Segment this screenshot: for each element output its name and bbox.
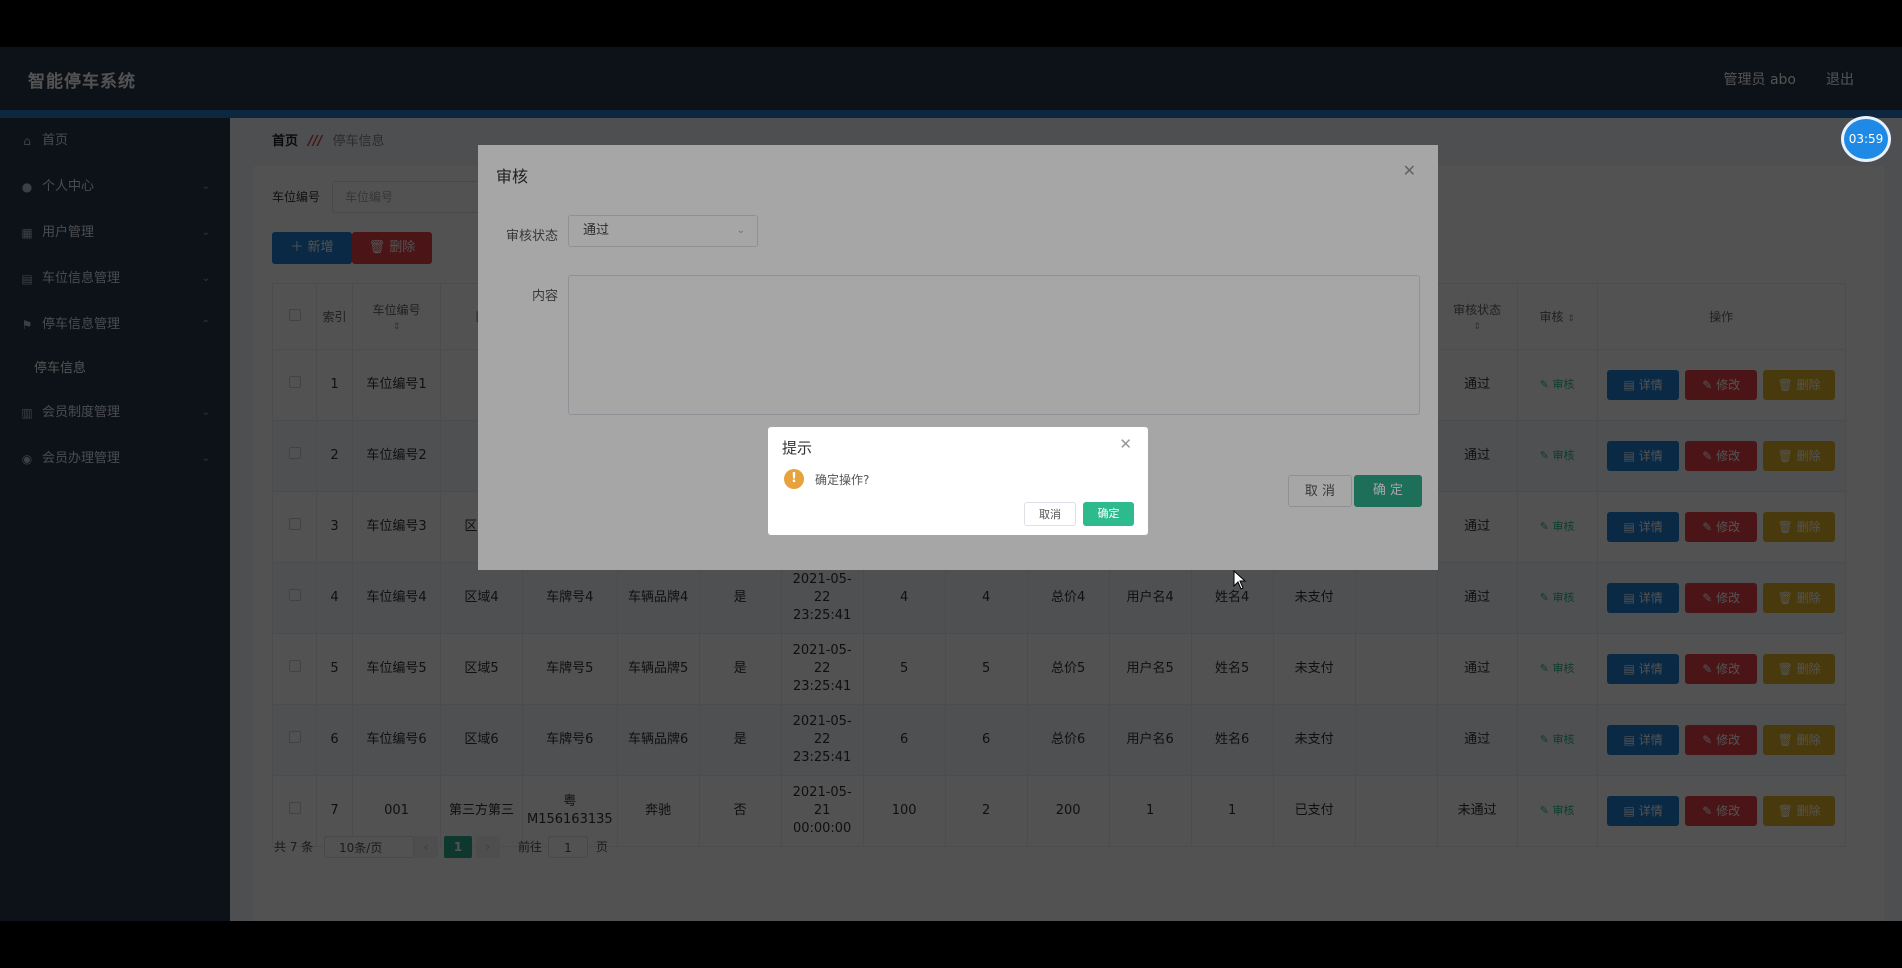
warning-icon: ! — [784, 469, 804, 489]
close-icon[interactable]: ✕ — [1119, 435, 1132, 453]
recording-timer: 03:59 — [1841, 116, 1891, 162]
confirm-cancel-button[interactable]: 取消 — [1024, 502, 1076, 526]
confirm-title: 提示 — [782, 439, 813, 457]
confirm-message: 确定操作? — [815, 473, 870, 487]
confirm-dialog: 提示 ✕ ! 确定操作? 取消 确定 — [768, 427, 1148, 535]
confirm-ok-button[interactable]: 确定 — [1083, 502, 1134, 526]
app-window: 智能停车系统 管理员 abo 退出 ⌂ 首页 ● 个人中心 ⌄ ▦ 用户管理 ⌄… — [0, 47, 1902, 921]
